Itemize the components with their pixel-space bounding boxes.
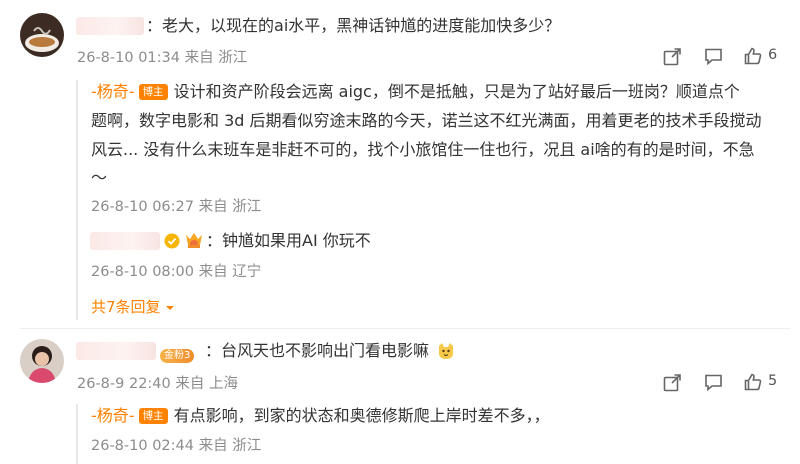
reply-text-line-3: 风云... 没有什么末班车是非赶不可的，找个小旅馆住一住也行，况且 ai啥的有的… <box>91 140 755 159</box>
share-icon[interactable] <box>662 373 682 393</box>
like-icon[interactable] <box>743 46 763 66</box>
name-colon: ： <box>206 231 223 250</box>
fan-medal-icon <box>184 231 204 254</box>
blogger-badge: 博主 <box>138 408 168 424</box>
reply-text: 有点影响，到家的状态和奥德修斯爬上岸时差不多，， <box>173 406 550 425</box>
reply-thread-line <box>76 404 78 464</box>
name-colon: ： <box>205 341 222 360</box>
reply-text-line-1: 设计和资产阶段会远离 aigc，倒不是抵触，只是为了站好最后一班岗？顺道点个 <box>173 82 740 101</box>
more-replies-link[interactable]: 共7条回复 <box>91 296 175 317</box>
comment-text-row: ：台风天也不影响出门看电影嘛 <box>205 340 429 362</box>
commenter-name-redacted[interactable] <box>76 17 144 35</box>
emoji-cat-icon <box>436 341 456 365</box>
comment-meta: 26-8-10 01:34 来自 浙江 <box>77 50 248 66</box>
fan-level-label: 金粉3 <box>160 349 195 363</box>
author-reply: -杨奇- 博主 设计和资产阶段会远离 aigc，倒不是抵触，只是为了站好最后一班岗？… <box>91 81 740 103</box>
author-name-link[interactable]: -杨奇- <box>91 406 135 425</box>
author-name-link[interactable]: -杨奇- <box>91 82 135 101</box>
reply-text-line-4: ～ <box>91 168 108 187</box>
reply-text-line-2: 题啊，数字电影和 3d 后期看似穷途末路的今天，诺兰这不红光满面，用着更老的技术… <box>91 111 762 130</box>
reply-meta: 26-8-10 02:44 来自 浙江 <box>91 438 262 454</box>
like-count: 6 <box>768 47 778 63</box>
share-icon[interactable] <box>662 47 682 67</box>
comment-text: 台风天也不影响出门看电影嘛 <box>221 341 430 360</box>
name-colon: ： <box>146 16 163 35</box>
reply-thread-line <box>76 80 78 320</box>
subreply-row: ：钟馗如果用AI 你玩不 <box>206 230 371 252</box>
subreply-name-redacted[interactable] <box>90 232 160 250</box>
reply-meta: 26-8-10 06:27 来自 浙江 <box>91 199 262 215</box>
author-reply: -杨奇- 博主 有点影响，到家的状态和奥德修斯爬上岸时差不多，， <box>91 405 550 427</box>
like-icon[interactable] <box>743 372 763 392</box>
commenter-avatar[interactable] <box>20 339 64 383</box>
dropdown-icon <box>165 299 175 317</box>
verified-icon <box>164 233 180 253</box>
subreply-text: 钟馗如果用AI 你玩不 <box>222 231 371 250</box>
blogger-badge: 博主 <box>138 84 168 100</box>
comment-icon[interactable] <box>703 46 724 67</box>
like-count: 5 <box>768 373 778 389</box>
comment-text-row: ：老大，以现在的ai水平，黑神话钟馗的进度能加快多少？ <box>146 15 560 37</box>
commenter-avatar[interactable] <box>20 13 64 57</box>
more-replies-label: 共7条回复 <box>91 298 161 316</box>
comment-divider <box>20 328 790 329</box>
comment-meta: 26-8-9 22:40 来自 上海 <box>77 376 238 392</box>
fan-level-badge: 金粉3 <box>160 343 195 363</box>
subreply-meta: 26-8-10 08:00 来自 辽宁 <box>91 264 262 280</box>
comment-icon[interactable] <box>703 372 724 393</box>
commenter-name-redacted[interactable] <box>76 342 156 360</box>
comment-text: 老大，以现在的ai水平，黑神话钟馗的进度能加快多少？ <box>162 16 561 35</box>
